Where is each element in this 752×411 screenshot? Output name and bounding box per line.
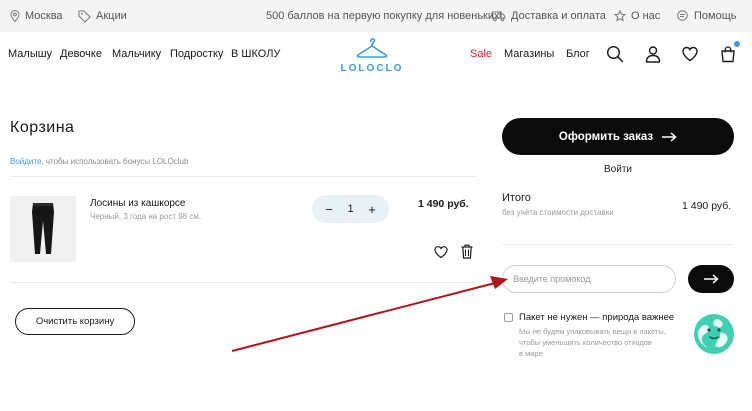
clear-cart-button[interactable]: Очистить корзину: [15, 308, 135, 335]
quantity-stepper: − 1 +: [312, 195, 389, 223]
main-nav: Малышу Девочке Мальчику Подростку В ШКОЛ…: [0, 32, 752, 80]
apply-promo-button[interactable]: [688, 265, 734, 293]
trash-icon[interactable]: [461, 244, 473, 259]
checkout-button[interactable]: Оформить заказ: [502, 118, 734, 155]
promo-code-input[interactable]: [502, 265, 676, 293]
nav-sale[interactable]: Sale: [470, 48, 492, 60]
city-label: Москва: [25, 10, 63, 22]
nav-stores[interactable]: Магазины: [504, 48, 554, 60]
chat-icon: [677, 10, 688, 21]
no-bag-checkbox[interactable]: [504, 313, 513, 322]
delivery-label: Доставка и оплата: [511, 10, 606, 22]
bonus-text: , чтобы использовать бонусы LOLOclub: [41, 157, 189, 166]
decrease-quantity-button[interactable]: −: [322, 202, 336, 217]
city-selector[interactable]: Москва: [10, 0, 63, 32]
user-icon[interactable]: [644, 45, 662, 63]
divider: [10, 176, 476, 177]
product-description: Черный, 3 года на рост 98 см.: [90, 212, 202, 221]
checkout-label: Оформить заказ: [558, 130, 654, 143]
earth-icon: [694, 314, 734, 354]
nav-boy[interactable]: Мальчику: [112, 48, 161, 60]
nav-teen[interactable]: Подростку: [170, 48, 223, 60]
search-icon[interactable]: [606, 45, 624, 63]
hanger-logo-icon: [356, 38, 388, 58]
nav-blog[interactable]: Блог: [566, 48, 590, 60]
delivery-link[interactable]: Доставка и оплата: [491, 0, 606, 32]
login-button[interactable]: Войти: [502, 164, 734, 175]
star-icon: [614, 10, 626, 22]
nav-baby[interactable]: Малышу: [8, 48, 52, 60]
bag-icon[interactable]: [719, 45, 737, 63]
no-bag-description-line: Мы не будем упаковывать вещи в пакеты,: [519, 327, 666, 336]
about-link[interactable]: О нас: [614, 0, 660, 32]
arrow-right-icon: [704, 274, 719, 284]
divider: [502, 244, 734, 245]
no-bag-description: Мы не будем упаковывать вещи в пакеты, ч…: [519, 326, 679, 359]
quantity-value: 1: [347, 203, 354, 215]
promos-link[interactable]: Акции: [78, 0, 127, 32]
total-label: Итого: [502, 192, 531, 204]
no-bag-description-line: чтобы уменьшить количество отходов: [519, 338, 652, 347]
cart-indicator-dot: [734, 41, 740, 47]
top-utility-bar: Москва Акции 500 баллов на первую покупк…: [0, 0, 752, 32]
nav-school[interactable]: В ШКОЛУ: [231, 48, 280, 60]
logo[interactable]: LOLOCLO: [338, 38, 406, 76]
about-label: О нас: [631, 10, 661, 22]
help-label: Помощь: [694, 10, 737, 22]
leggings-icon: [32, 203, 54, 254]
add-to-favorites-icon[interactable]: [434, 245, 448, 259]
logo-text: LOLOCLO: [340, 63, 404, 74]
product-image[interactable]: [10, 196, 76, 262]
item-price: 1 490 руб.: [418, 198, 469, 210]
truck-icon: [491, 11, 506, 22]
offer-text: 500 баллов на первую покупку для новеньк…: [266, 10, 503, 22]
promos-label: Акции: [96, 10, 127, 22]
first-purchase-offer: 500 баллов на первую покупку для новеньк…: [266, 0, 503, 32]
bonus-hint: Войдите, чтобы использовать бонусы LOLOc…: [10, 157, 188, 166]
tag-icon: [78, 10, 91, 23]
increase-quantity-button[interactable]: +: [365, 202, 379, 217]
heart-icon[interactable]: [681, 45, 699, 63]
total-value: 1 490 руб.: [682, 200, 732, 212]
divider: [10, 282, 476, 283]
total-note: без учёта стоимости доставки: [502, 208, 614, 217]
help-link[interactable]: Помощь: [676, 0, 737, 32]
page-title: Корзина: [10, 119, 75, 136]
arrow-right-icon: [662, 131, 677, 142]
login-link[interactable]: Войдите: [10, 157, 41, 166]
product-name[interactable]: Лосины из кашкорсе: [90, 198, 186, 209]
no-bag-description-line: в мире: [519, 349, 543, 358]
no-bag-title[interactable]: Пакет не нужен — природа важнее: [519, 312, 674, 323]
nav-girl[interactable]: Девочке: [60, 48, 102, 60]
location-pin-icon: [10, 10, 20, 22]
